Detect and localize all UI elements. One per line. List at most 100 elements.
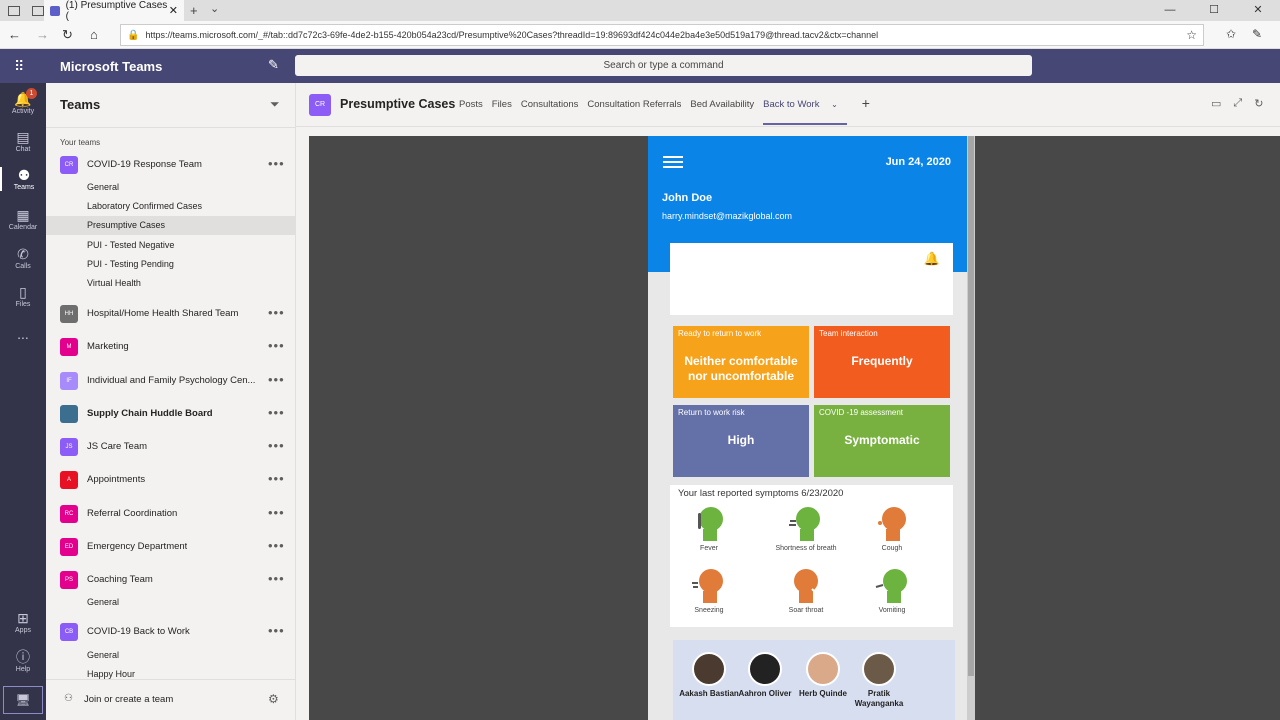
- channel-item[interactable]: General: [46, 178, 296, 197]
- more-options-icon[interactable]: •••: [268, 438, 285, 453]
- rail-apps[interactable]: ⊞ Apps: [0, 610, 46, 634]
- app-rail: 🔔 1 Activity ▤ Chat ⚉ Teams ▦ Calendar ✆…: [0, 83, 46, 720]
- tab-bed-availability[interactable]: Bed Availability: [690, 99, 754, 125]
- rail-more[interactable]: ...: [0, 326, 46, 342]
- teams-header: ⠿ Microsoft Teams ✎ Search or type a com…: [0, 49, 1280, 83]
- hamburger-menu-icon[interactable]: [663, 156, 683, 171]
- more-options-icon[interactable]: •••: [268, 471, 285, 486]
- more-options-icon[interactable]: •••: [268, 505, 285, 520]
- new-tab-icon[interactable]: +: [190, 3, 198, 18]
- rail-files[interactable]: ▯ Files: [0, 284, 46, 308]
- download-desktop-app-icon[interactable]: 🖥: [3, 686, 43, 714]
- refresh-icon[interactable]: ↻: [62, 27, 73, 43]
- person-card[interactable]: Herb Quinde: [793, 652, 853, 699]
- team-avatar: JS: [60, 438, 78, 456]
- url-text: https://teams.microsoft.com/_#/tab::dd7c…: [145, 30, 879, 40]
- rail-calls[interactable]: ✆ Calls: [0, 246, 46, 270]
- more-options-icon[interactable]: •••: [268, 156, 285, 171]
- more-options-icon[interactable]: •••: [268, 338, 285, 353]
- tab-actions-icon[interactable]: [8, 5, 20, 16]
- rail-help[interactable]: ⓘ Help: [0, 649, 46, 673]
- channel-item[interactable]: PUI - Tested Negative: [46, 236, 296, 255]
- team-item[interactable]: M Marketing •••: [46, 333, 296, 361]
- join-create-team[interactable]: ⚇ Join or create a team ⚙: [46, 679, 296, 720]
- team-item[interactable]: Supply Chain Huddle Board •••: [46, 400, 296, 428]
- channel-item[interactable]: Happy Hour: [46, 665, 296, 679]
- rail-activity[interactable]: 🔔 1 Activity: [0, 88, 46, 115]
- avatar: [692, 652, 726, 686]
- bell-icon[interactable]: 🔔: [924, 251, 940, 267]
- team-item[interactable]: IF Individual and Family Psychology Cen.…: [46, 367, 296, 395]
- minimize-icon[interactable]: —: [1148, 0, 1192, 21]
- gear-icon[interactable]: ⚙: [268, 692, 279, 706]
- channel-item[interactable]: PUI - Testing Pending: [46, 255, 296, 274]
- scrollbar-thumb[interactable]: [968, 136, 974, 676]
- panel-scrollbar[interactable]: [967, 136, 975, 720]
- team-item[interactable]: HH Hospital/Home Health Shared Team •••: [46, 300, 296, 328]
- conversation-icon[interactable]: ▭: [1211, 97, 1221, 110]
- person-card[interactable]: Pratik Wayanganka: [849, 652, 909, 709]
- tab-files[interactable]: Files: [492, 99, 512, 125]
- browser-tab[interactable]: (1) Presumptive Cases ( ✕: [44, 0, 184, 22]
- tab-label: Back to Work: [763, 99, 820, 110]
- favorites-icon[interactable]: ✩: [1226, 27, 1236, 41]
- command-search-box[interactable]: Search or type a command: [295, 55, 1032, 76]
- reload-icon[interactable]: ↻: [1254, 97, 1263, 110]
- team-item[interactable]: A Appointments •••: [46, 466, 296, 494]
- team-item[interactable]: PS Coaching Team •••: [46, 566, 296, 594]
- team-item[interactable]: ED Emergency Department •••: [46, 533, 296, 561]
- tile-team-interaction[interactable]: Team interaction Frequently: [814, 326, 950, 398]
- channel-item[interactable]: Laboratory Confirmed Cases: [46, 197, 296, 216]
- tab-list-chevron-icon[interactable]: ⌄: [210, 2, 219, 15]
- back-icon[interactable]: ←: [8, 27, 21, 42]
- channel-item[interactable]: Virtual Health: [46, 274, 296, 293]
- address-bar[interactable]: 🔒 https://teams.microsoft.com/_#/tab::dd…: [120, 24, 1204, 46]
- rail-chat[interactable]: ▤ Chat: [0, 129, 46, 153]
- tab-consultation-referrals[interactable]: Consultation Referrals: [587, 99, 681, 125]
- symptom-cough: Cough: [847, 503, 937, 552]
- more-options-icon[interactable]: •••: [268, 571, 285, 586]
- team-item[interactable]: CB COVID-19 Back to Work •••: [46, 618, 296, 646]
- channel-item[interactable]: General: [46, 593, 296, 612]
- set-aside-tabs-icon[interactable]: [32, 5, 44, 16]
- more-options-icon[interactable]: •••: [268, 405, 285, 420]
- more-options-icon[interactable]: •••: [268, 623, 285, 638]
- person-card[interactable]: Aakash Bastian: [679, 652, 739, 699]
- person-card[interactable]: Aahron Oliver: [735, 652, 795, 699]
- channel-avatar: CR: [309, 94, 331, 116]
- tab-posts[interactable]: Posts: [459, 99, 483, 125]
- new-chat-icon[interactable]: ✎: [268, 57, 279, 73]
- rail-label: Activity: [11, 108, 35, 115]
- add-tab-icon[interactable]: +: [862, 95, 870, 121]
- pen-icon[interactable]: ✎: [1252, 27, 1262, 41]
- filter-icon[interactable]: ⏷: [270, 97, 280, 112]
- favorite-star-icon[interactable]: ☆: [1186, 28, 1197, 42]
- tile-covid-assessment[interactable]: COVID -19 assessment Symptomatic: [814, 405, 950, 477]
- channel-item[interactable]: General: [46, 646, 296, 665]
- more-options-icon[interactable]: •••: [268, 305, 285, 320]
- rail-teams[interactable]: ⚉ Teams: [0, 167, 46, 191]
- close-tab-icon[interactable]: ✕: [169, 4, 178, 17]
- tab-consultations[interactable]: Consultations: [521, 99, 579, 125]
- team-item[interactable]: CR COVID-19 Response Team •••: [46, 151, 296, 179]
- more-options-icon[interactable]: •••: [268, 538, 285, 553]
- team-item[interactable]: RC Referral Coordination •••: [46, 500, 296, 528]
- maximize-icon[interactable]: ☐: [1192, 0, 1236, 21]
- team-avatar: M: [60, 338, 78, 356]
- symptom-sneezing: Sneezing: [664, 565, 754, 614]
- home-icon[interactable]: ⌂: [90, 27, 98, 42]
- close-window-icon[interactable]: ✕: [1236, 0, 1280, 21]
- tile-value: Symptomatic: [844, 433, 920, 447]
- app-launcher-icon[interactable]: ⠿: [14, 58, 24, 75]
- channel-item-selected[interactable]: Presumptive Cases: [46, 216, 296, 235]
- forward-icon[interactable]: →: [36, 27, 49, 42]
- tab-back-to-work[interactable]: Back to Work ⌄: [763, 99, 847, 125]
- teams-icon: ⚉: [17, 167, 31, 183]
- more-options-icon[interactable]: •••: [268, 372, 285, 387]
- teams-favicon-icon: [50, 5, 60, 16]
- tile-ready-to-return[interactable]: Ready to return to work Neither comforta…: [673, 326, 809, 398]
- rail-calendar[interactable]: ▦ Calendar: [0, 207, 46, 231]
- team-item[interactable]: JS JS Care Team •••: [46, 433, 296, 461]
- expand-icon[interactable]: ⤢: [1233, 97, 1242, 110]
- tile-return-risk[interactable]: Return to work risk High: [673, 405, 809, 477]
